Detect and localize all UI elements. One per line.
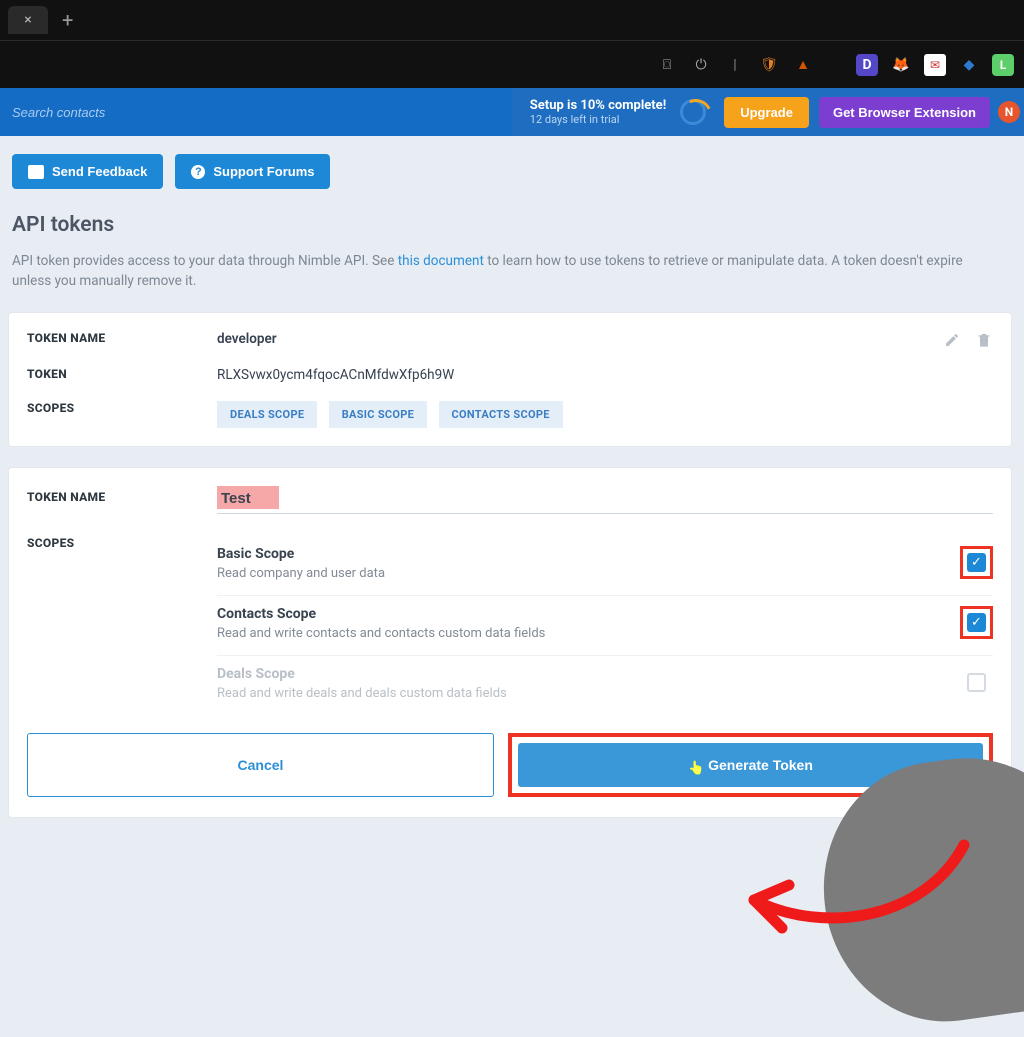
scope-item: Deals Scope Read and write deals and deal… [217, 656, 993, 715]
scope-title: Contacts Scope [217, 606, 545, 622]
send-feedback-button[interactable]: Send Feedback [12, 154, 163, 189]
scope-chip: DEALS SCOPE [217, 401, 317, 428]
alert-icon[interactable]: ▲ [792, 54, 814, 76]
scope-checkbox[interactable] [967, 673, 986, 692]
scope-description: Read company and user data [217, 566, 385, 581]
setup-title: Setup is 10% complete! [530, 98, 666, 113]
scope-chip: BASIC SCOPE [329, 401, 427, 428]
existing-token-value: RLXSvwx0ycm4fqocACnMfdwXfp6h9W [217, 367, 993, 383]
label-token: TOKEN [27, 367, 217, 381]
support-forums-label: Support Forums [213, 164, 314, 179]
checkbox-highlight-frame: ✓ [960, 606, 993, 639]
scope-list: Basic ScopeRead company and user data✓Co… [217, 536, 993, 715]
label-token-name: TOKEN NAME [27, 486, 217, 504]
extension-mail-icon[interactable]: ✉ [924, 54, 946, 76]
label-scopes: SCOPES [27, 401, 217, 415]
delete-icon[interactable] [975, 331, 993, 349]
label-token-name: TOKEN NAME [27, 331, 217, 345]
power-icon[interactable]: ⏻ [690, 54, 712, 76]
link-icon[interactable]: ⌼ [656, 54, 678, 76]
new-token-form: TOKEN NAME SCOPES Basic Scope Read compan… [8, 467, 1012, 818]
notification-badge[interactable]: N [998, 101, 1020, 123]
question-icon: ? [191, 165, 205, 179]
divider: | [724, 54, 746, 76]
chat-icon [28, 165, 44, 179]
label-scopes: SCOPES [27, 536, 217, 550]
scope-item: Contacts Scope Read and write contacts an… [217, 596, 993, 656]
scope-title: Basic Scope [217, 546, 385, 562]
token-name-input[interactable] [221, 490, 271, 507]
page-title: API tokens [12, 213, 1012, 237]
shield-icon[interactable]: 🛡 [758, 54, 780, 76]
send-feedback-label: Send Feedback [52, 164, 147, 179]
pointer-cursor-icon [688, 759, 702, 773]
setup-sub: 12 days left in trial [530, 113, 666, 126]
new-tab-button[interactable]: + [56, 8, 79, 32]
scope-item: Basic Scope Read company and user data ✓ [217, 536, 993, 596]
setup-progress[interactable]: Setup is 10% complete! 12 days left in t… [512, 98, 724, 126]
scope-checkbox[interactable]: ✓ [967, 553, 986, 572]
scope-description: Read and write deals and deals custom da… [217, 686, 507, 701]
search-input[interactable] [12, 105, 500, 120]
browser-tab[interactable]: × [8, 6, 48, 34]
progress-ring-icon [680, 99, 706, 125]
browser-toolbar: ⌼ ⏻ | 🛡 ▲ D 🦊 ✉ ◆ L [0, 40, 1024, 88]
search-wrap [0, 88, 512, 136]
scope-title: Deals Scope [217, 666, 507, 682]
checkbox-highlight-frame: ✓ [960, 546, 993, 579]
extension-d-icon[interactable]: D [856, 54, 878, 76]
upgrade-button[interactable]: Upgrade [724, 97, 809, 128]
existing-token-card: TOKEN NAME developer TOKEN RLXSvwx0ycm4f… [8, 312, 1012, 447]
extension-fox-icon[interactable]: 🦊 [890, 54, 912, 76]
existing-scopes: DEALS SCOPE BASIC SCOPE CONTACTS SCOPE [217, 401, 993, 428]
support-forums-button[interactable]: ? Support Forums [175, 154, 330, 189]
cancel-button[interactable]: Cancel [27, 733, 494, 797]
extension-l-icon[interactable]: L [992, 54, 1014, 76]
token-name-highlight [217, 486, 279, 509]
doc-link[interactable]: this document [398, 253, 484, 269]
existing-token-name: developer [217, 331, 943, 347]
edit-icon[interactable] [943, 331, 961, 349]
app-topbar: Setup is 10% complete! 12 days left in t… [0, 88, 1024, 136]
scope-checkbox[interactable]: ✓ [967, 613, 986, 632]
browser-chrome: × + ⌼ ⏻ | 🛡 ▲ D 🦊 ✉ ◆ L [0, 0, 1024, 88]
page-description: API token provides access to your data t… [12, 251, 1004, 292]
token-name-input-wrap [217, 486, 993, 514]
scope-chip: CONTACTS SCOPE [439, 401, 563, 428]
extension-diamond-icon[interactable]: ◆ [958, 54, 980, 76]
browser-extension-button[interactable]: Get Browser Extension [819, 97, 990, 128]
scope-description: Read and write contacts and contacts cus… [217, 626, 545, 641]
close-icon[interactable]: × [24, 12, 31, 28]
